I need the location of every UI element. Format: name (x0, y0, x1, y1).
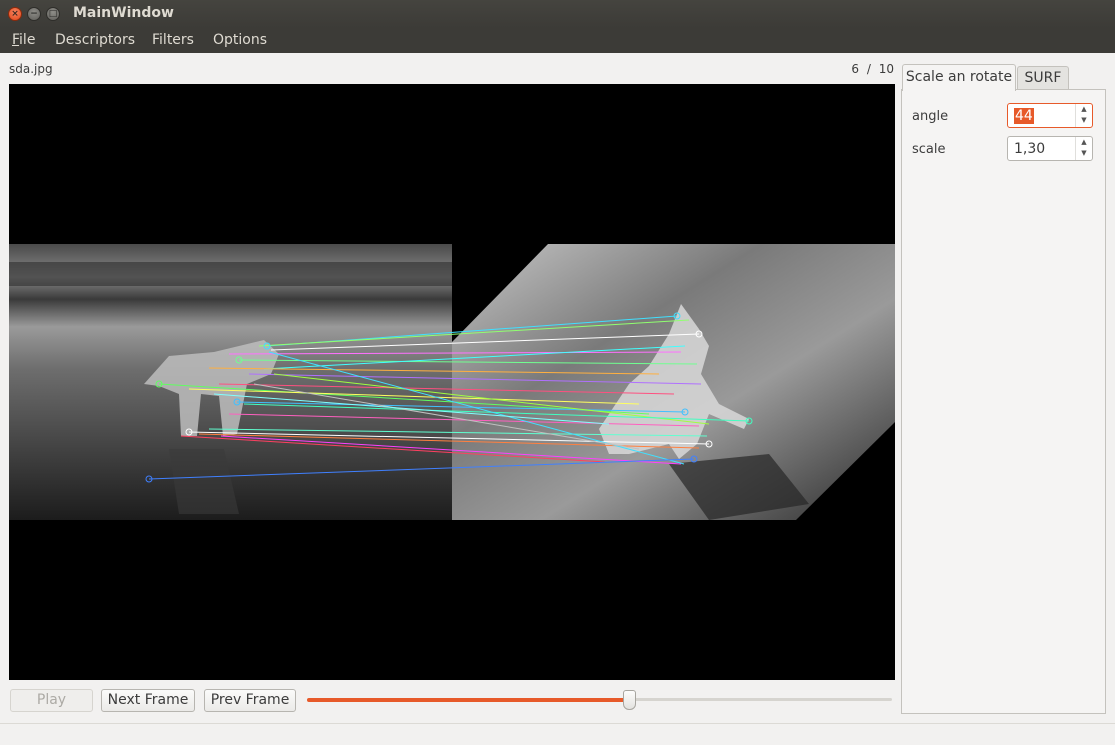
frame-counter: 6 / 10 (851, 62, 894, 76)
menu-bar: File Descriptors Filters Options (0, 28, 1115, 53)
scale-value: 1,30 (1014, 141, 1046, 157)
tab-surf[interactable]: SURF (1017, 66, 1069, 90)
frame-total: 10 (878, 62, 894, 76)
menu-options[interactable]: Options (213, 32, 267, 48)
maximize-icon: □ (48, 9, 58, 19)
menu-file-mnemonic: F (12, 32, 20, 48)
menu-file[interactable]: File (12, 32, 35, 48)
scale-label: scale (912, 142, 946, 157)
close-icon: × (11, 9, 19, 19)
play-button[interactable]: Play (10, 689, 93, 712)
maximize-window-button[interactable]: □ (46, 7, 60, 21)
window-title: MainWindow (73, 5, 174, 21)
menu-filters[interactable]: Filters (152, 32, 194, 48)
frame-slider-track[interactable] (632, 698, 892, 701)
menu-descriptors[interactable]: Descriptors (55, 32, 135, 48)
angle-value: 44 (1014, 108, 1034, 124)
angle-spinbox[interactable]: 44 ▲ ▼ (1007, 103, 1093, 128)
frame-current: 6 (851, 62, 860, 76)
angle-label: angle (912, 109, 949, 124)
angle-stepper-arrows[interactable]: ▲ ▼ (1075, 104, 1092, 127)
source-treeline (9, 262, 452, 286)
image-viewport (9, 84, 895, 680)
menu-file-label: ile (19, 32, 36, 48)
minimize-icon: − (30, 9, 38, 19)
file-name-label: sda.jpg (9, 62, 53, 76)
prev-frame-button[interactable]: Prev Frame (204, 689, 296, 712)
next-frame-button[interactable]: Next Frame (101, 689, 195, 712)
tab-scale-an-rotate[interactable]: Scale an rotate (902, 64, 1016, 91)
settings-tab-pane (901, 89, 1106, 714)
feature-match-image (9, 244, 895, 520)
title-bar: × − □ MainWindow (0, 0, 1115, 28)
frame-separator: / (866, 62, 871, 76)
close-window-button[interactable]: × (8, 7, 22, 21)
frame-slider-handle[interactable] (623, 690, 636, 710)
scale-stepper-arrows[interactable]: ▲ ▼ (1075, 137, 1092, 160)
minimize-window-button[interactable]: − (27, 7, 41, 21)
scale-spinbox[interactable]: 1,30 ▲ ▼ (1007, 136, 1093, 161)
frame-slider-fill (307, 698, 629, 702)
status-bar (0, 723, 1115, 745)
